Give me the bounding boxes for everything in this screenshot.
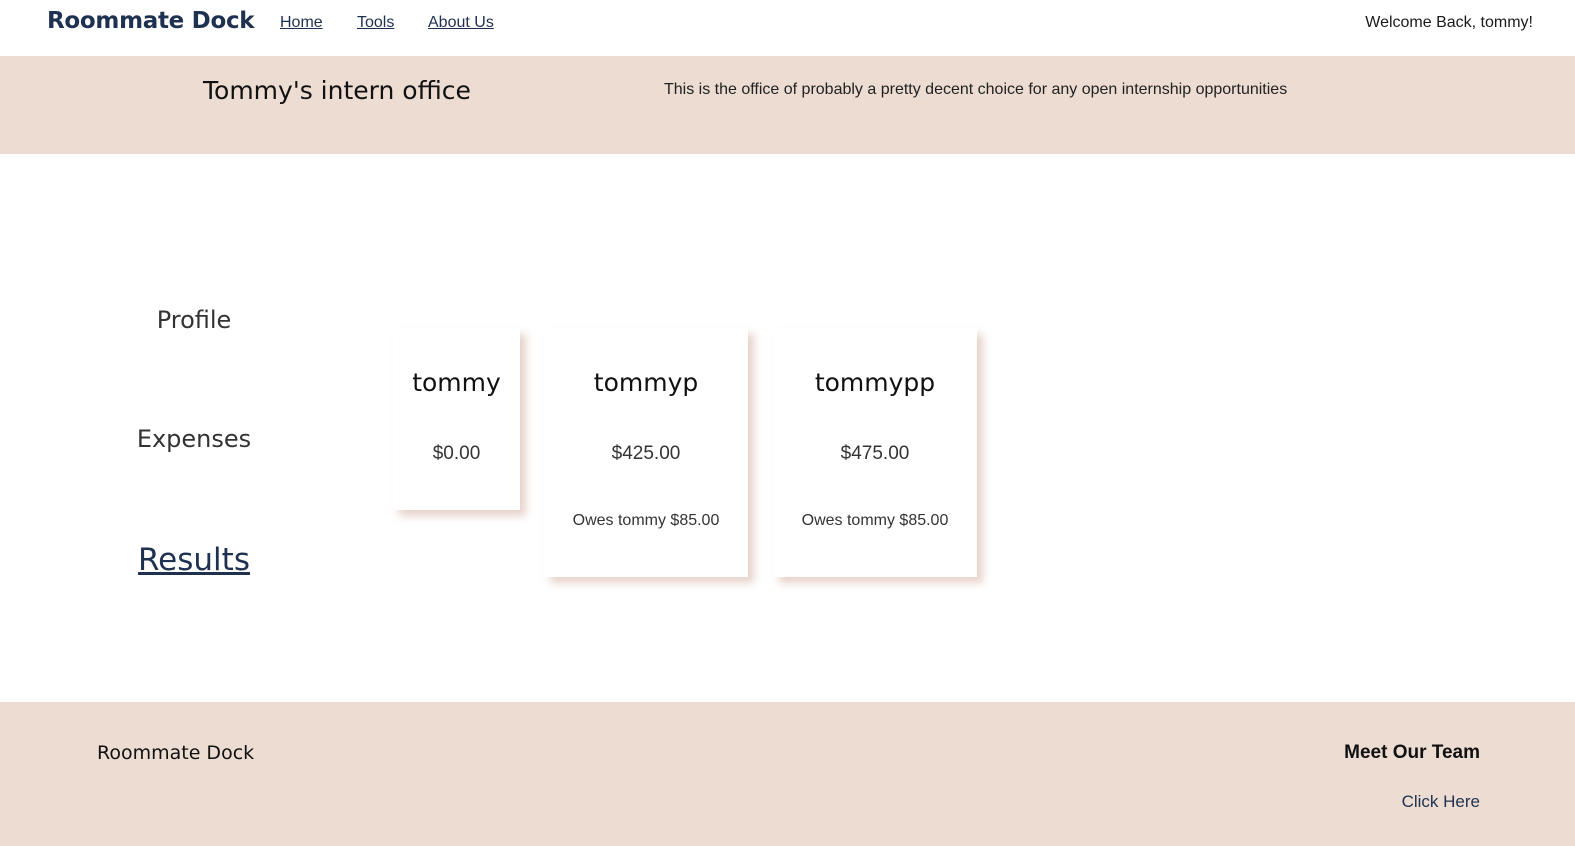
page: Roommate Dock Home Tools About Us Welcom…: [0, 0, 1575, 846]
nav-link-tools[interactable]: Tools: [357, 14, 394, 32]
roommate-name: tommypp: [814, 368, 936, 397]
office-title: Tommy's intern office: [203, 76, 471, 105]
roommate-amount: $425.00: [611, 443, 681, 464]
brand-logo-link[interactable]: Roommate Dock: [47, 8, 255, 34]
roommate-card: tommy $0.00: [393, 328, 520, 510]
roommate-owes: Owes tommy $85.00: [801, 512, 949, 529]
roommate-card: tommypp $475.00 Owes tommy $85.00: [773, 328, 977, 577]
office-banner: Tommy's intern office This is the office…: [0, 56, 1575, 154]
roommate-name: tommy: [412, 368, 501, 397]
footer: Roommate Dock Meet Our Team Click Here: [0, 702, 1575, 846]
nav-link-home[interactable]: Home: [280, 14, 323, 32]
roommate-amount: $0.00: [432, 443, 481, 464]
roommate-card: tommyp $425.00 Owes tommy $85.00: [544, 328, 748, 577]
office-description: This is the office of probably a pretty …: [664, 81, 1288, 98]
footer-team-heading: Meet Our Team: [1344, 742, 1480, 763]
meet-team-link[interactable]: Click Here: [1402, 792, 1480, 812]
welcome-message: Welcome Back, tommy!: [1365, 14, 1533, 31]
top-navbar: Roommate Dock Home Tools About Us Welcom…: [0, 0, 1575, 56]
side-menu-profile[interactable]: Profile: [94, 306, 294, 334]
nav-link-about-us[interactable]: About Us: [428, 14, 494, 32]
side-menu-expenses[interactable]: Expenses: [94, 425, 294, 453]
roommate-owes: Owes tommy $85.00: [572, 512, 720, 529]
side-menu-results[interactable]: Results: [94, 542, 294, 578]
roommate-name: tommyp: [593, 368, 699, 397]
footer-brand: Roommate Dock: [97, 742, 255, 764]
roommate-amount: $475.00: [840, 443, 910, 464]
